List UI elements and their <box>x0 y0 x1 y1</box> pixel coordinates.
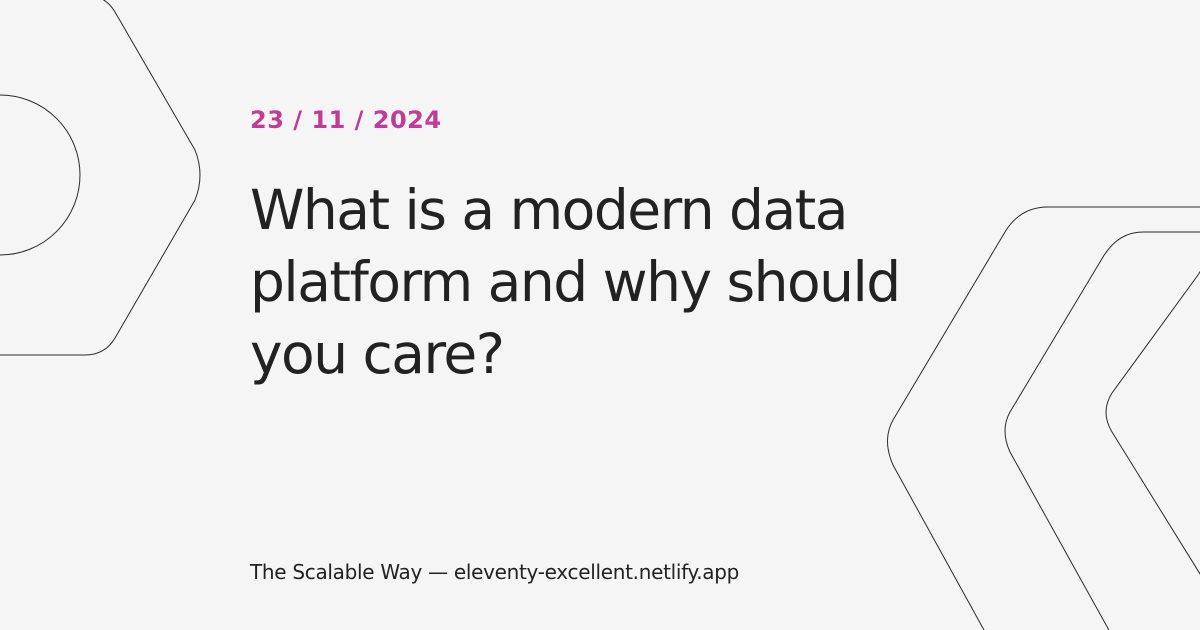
post-title: What is a modern data platform and why s… <box>250 178 901 386</box>
site-footer: The Scalable Way — eleventy-excellent.ne… <box>250 560 740 584</box>
chevron-outline-shape-2 <box>1004 231 1200 630</box>
circle-outline-shape <box>0 94 81 256</box>
card-content: 23 / 11 / 2024 What is a modern data pla… <box>250 0 1010 630</box>
chevron-outline-shape-3 <box>1105 270 1200 575</box>
post-date: 23 / 11 / 2024 <box>250 106 442 134</box>
hexagon-outline-shape <box>0 0 201 356</box>
